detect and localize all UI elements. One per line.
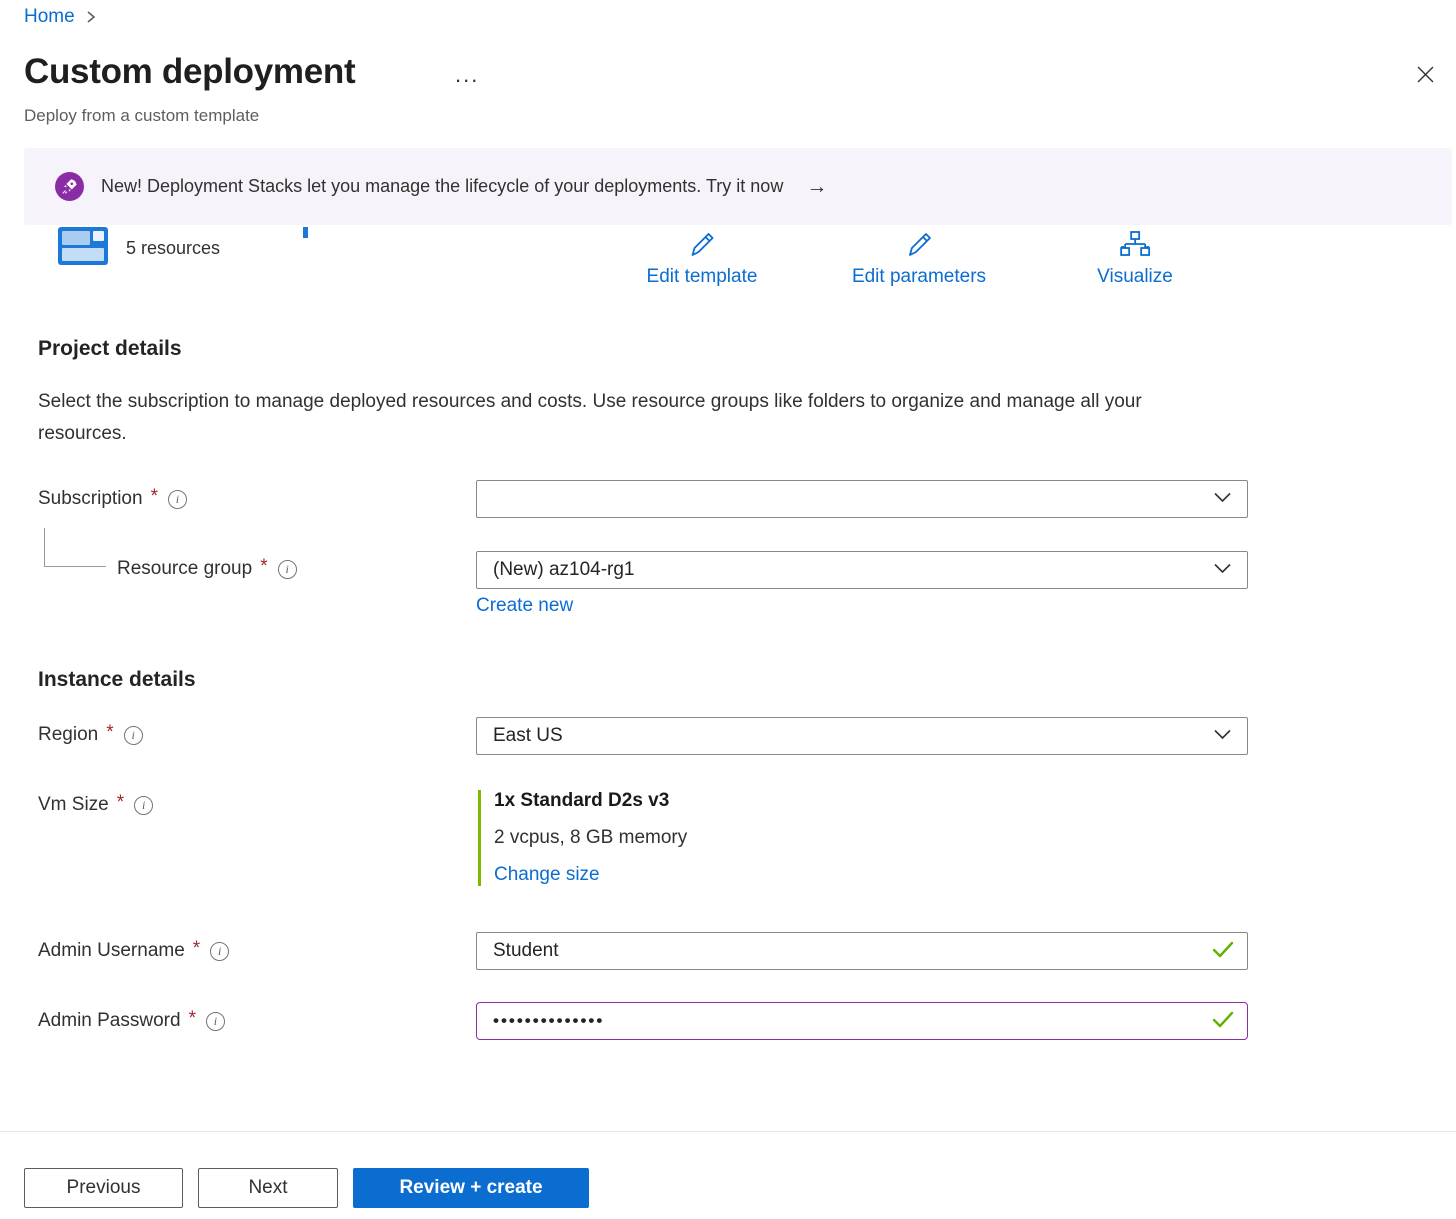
valid-checkmark-icon [1211, 1010, 1235, 1035]
vm-size-label: Vm Size * i [38, 794, 153, 816]
required-asterisk: * [106, 722, 113, 744]
footer-actions: Previous Next Review + create [24, 1168, 589, 1208]
resource-group-dropdown[interactable]: (New) az104-rg1 [476, 551, 1248, 589]
admin-username-input[interactable] [476, 932, 1248, 970]
instance-details-heading: Instance details [38, 668, 196, 692]
template-resources-icon [58, 227, 108, 270]
banner-text: New! Deployment Stacks let you manage th… [101, 176, 783, 197]
info-icon[interactable]: i [168, 490, 187, 509]
change-size-link[interactable]: Change size [494, 864, 600, 885]
required-asterisk: * [193, 938, 200, 960]
breadcrumb: Home [24, 6, 97, 28]
rocket-icon [55, 172, 84, 201]
pencil-icon [904, 230, 934, 263]
required-asterisk: * [260, 556, 267, 578]
info-icon[interactable]: i [124, 726, 143, 745]
info-icon[interactable]: i [206, 1012, 225, 1031]
page-title: Custom deployment [24, 52, 355, 92]
template-resources-summary: 5 resources [58, 227, 220, 270]
project-details-heading: Project details [38, 337, 182, 361]
chevron-down-icon [1214, 490, 1231, 508]
footer-divider [0, 1131, 1456, 1132]
visualize-label: Visualize [1097, 266, 1173, 288]
edit-template-label: Edit template [647, 266, 758, 288]
admin-password-fieldwrap [476, 1002, 1248, 1040]
more-options-button[interactable]: ... [455, 62, 479, 88]
subscription-resourcegroup-connector [44, 528, 106, 567]
create-new-link[interactable]: Create new [476, 595, 573, 617]
resource-group-label-text: Resource group [117, 558, 252, 580]
deployment-stacks-banner[interactable]: New! Deployment Stacks let you manage th… [24, 148, 1452, 225]
subscription-dropdown[interactable] [476, 480, 1248, 518]
vm-size-summary: 1x Standard D2s v3 2 vcpus, 8 GB memory … [478, 790, 687, 886]
required-asterisk: * [117, 792, 124, 814]
admin-password-label-text: Admin Password [38, 1010, 181, 1032]
hierarchy-icon [1119, 230, 1151, 263]
region-dropdown[interactable]: East US [476, 717, 1248, 755]
pencil-icon [687, 230, 717, 263]
admin-username-label: Admin Username * i [38, 940, 229, 962]
admin-username-label-text: Admin Username [38, 940, 185, 962]
info-icon[interactable]: i [134, 796, 153, 815]
region-label: Region * i [38, 724, 143, 746]
vm-size-specs: 2 vcpus, 8 GB memory [494, 827, 687, 849]
admin-username-fieldwrap [476, 932, 1248, 970]
close-icon [1415, 64, 1436, 90]
breadcrumb-home-link[interactable]: Home [24, 6, 75, 28]
edit-parameters-label: Edit parameters [852, 266, 986, 288]
try-it-now-arrow-icon[interactable]: → [806, 175, 827, 199]
chevron-right-icon [85, 10, 97, 24]
required-asterisk: * [189, 1008, 196, 1030]
region-value: East US [493, 725, 1214, 747]
next-button[interactable]: Next [198, 1168, 338, 1208]
resource-group-value: (New) az104-rg1 [493, 559, 1214, 581]
chevron-down-icon [1214, 561, 1231, 579]
edit-template-button[interactable]: Edit template [647, 230, 758, 288]
admin-password-input[interactable] [476, 1002, 1248, 1040]
admin-password-label: Admin Password * i [38, 1010, 225, 1032]
vm-size-label-text: Vm Size [38, 794, 109, 816]
resources-count-label: 5 resources [126, 238, 220, 259]
subscription-label: Subscription * i [38, 488, 187, 510]
resource-group-label: Resource group * i [117, 558, 297, 580]
info-icon[interactable]: i [210, 942, 229, 961]
page-subtitle: Deploy from a custom template [24, 106, 259, 126]
visualize-button[interactable]: Visualize [1097, 230, 1173, 288]
chevron-down-icon [1214, 727, 1231, 745]
region-label-text: Region [38, 724, 98, 746]
subscription-label-text: Subscription [38, 488, 143, 510]
review-create-button[interactable]: Review + create [353, 1168, 589, 1208]
project-details-description: Select the subscription to manage deploy… [38, 386, 1193, 450]
vm-size-value: 1x Standard D2s v3 [494, 790, 687, 812]
info-icon[interactable]: i [278, 560, 297, 579]
required-asterisk: * [151, 486, 158, 508]
close-button[interactable] [1410, 62, 1440, 92]
clipped-content-fragment [303, 227, 308, 238]
previous-button[interactable]: Previous [24, 1168, 183, 1208]
edit-parameters-button[interactable]: Edit parameters [852, 230, 986, 288]
valid-checkmark-icon [1211, 940, 1235, 965]
